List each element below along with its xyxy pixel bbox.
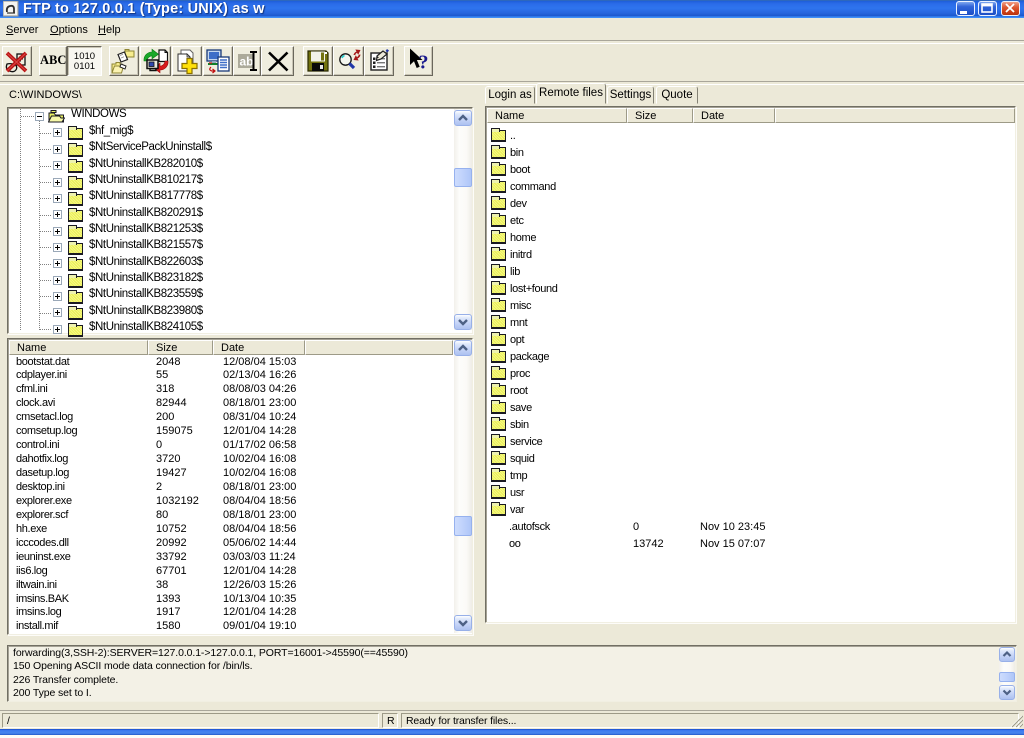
svg-text:?: ?	[419, 52, 429, 74]
svg-text:ab: ab	[240, 55, 254, 69]
